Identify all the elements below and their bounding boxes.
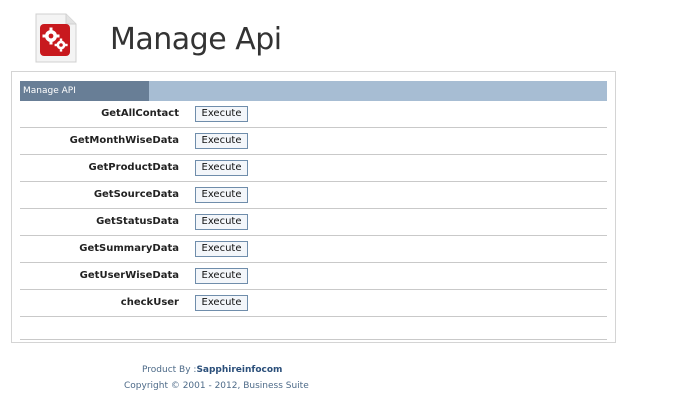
api-name: GetStatusData: [96, 216, 179, 227]
manage-api-panel: Manage API GetAllContact Execute GetMont…: [11, 71, 616, 343]
api-name: GetProductData: [88, 162, 179, 173]
execute-button[interactable]: Execute: [195, 268, 248, 284]
empty-row: [20, 317, 607, 340]
api-name: checkUser: [120, 297, 179, 308]
api-row: GetAllContact Execute: [20, 101, 607, 128]
api-row: GetSummaryData Execute: [20, 236, 607, 263]
api-name: GetAllContact: [101, 108, 179, 119]
execute-button[interactable]: Execute: [195, 187, 248, 203]
panel-header-label: Manage API: [20, 81, 149, 101]
execute-button[interactable]: Execute: [195, 106, 248, 122]
execute-button[interactable]: Execute: [195, 241, 248, 257]
footer-product-prefix: Product By :: [142, 365, 197, 375]
api-row: GetProductData Execute: [20, 155, 607, 182]
execute-button[interactable]: Execute: [195, 214, 248, 230]
api-row: checkUser Execute: [20, 290, 607, 317]
api-name: GetUserWiseData: [79, 270, 179, 281]
api-name: GetSummaryData: [79, 243, 179, 254]
execute-button[interactable]: Execute: [195, 133, 248, 149]
panel-header-bar: Manage API: [20, 81, 607, 101]
page-title: Manage Api: [110, 22, 282, 57]
api-row: GetStatusData Execute: [20, 209, 607, 236]
execute-button[interactable]: Execute: [195, 295, 248, 311]
execute-button[interactable]: Execute: [195, 160, 248, 176]
footer-product-link[interactable]: Sapphireinfocom: [196, 365, 282, 375]
api-name: GetSourceData: [93, 189, 179, 200]
api-row: GetUserWiseData Execute: [20, 263, 607, 290]
api-name: GetMonthWiseData: [69, 135, 179, 146]
api-list: GetAllContact Execute GetMonthWiseData E…: [20, 101, 607, 340]
api-row: GetMonthWiseData Execute: [20, 128, 607, 155]
api-row: GetSourceData Execute: [20, 182, 607, 209]
gears-document-icon: [34, 12, 78, 64]
footer-copyright: Copyright © 2001 - 2012, Business Suite: [124, 381, 309, 391]
footer-product: Product By :Sapphireinfocom: [142, 365, 282, 375]
